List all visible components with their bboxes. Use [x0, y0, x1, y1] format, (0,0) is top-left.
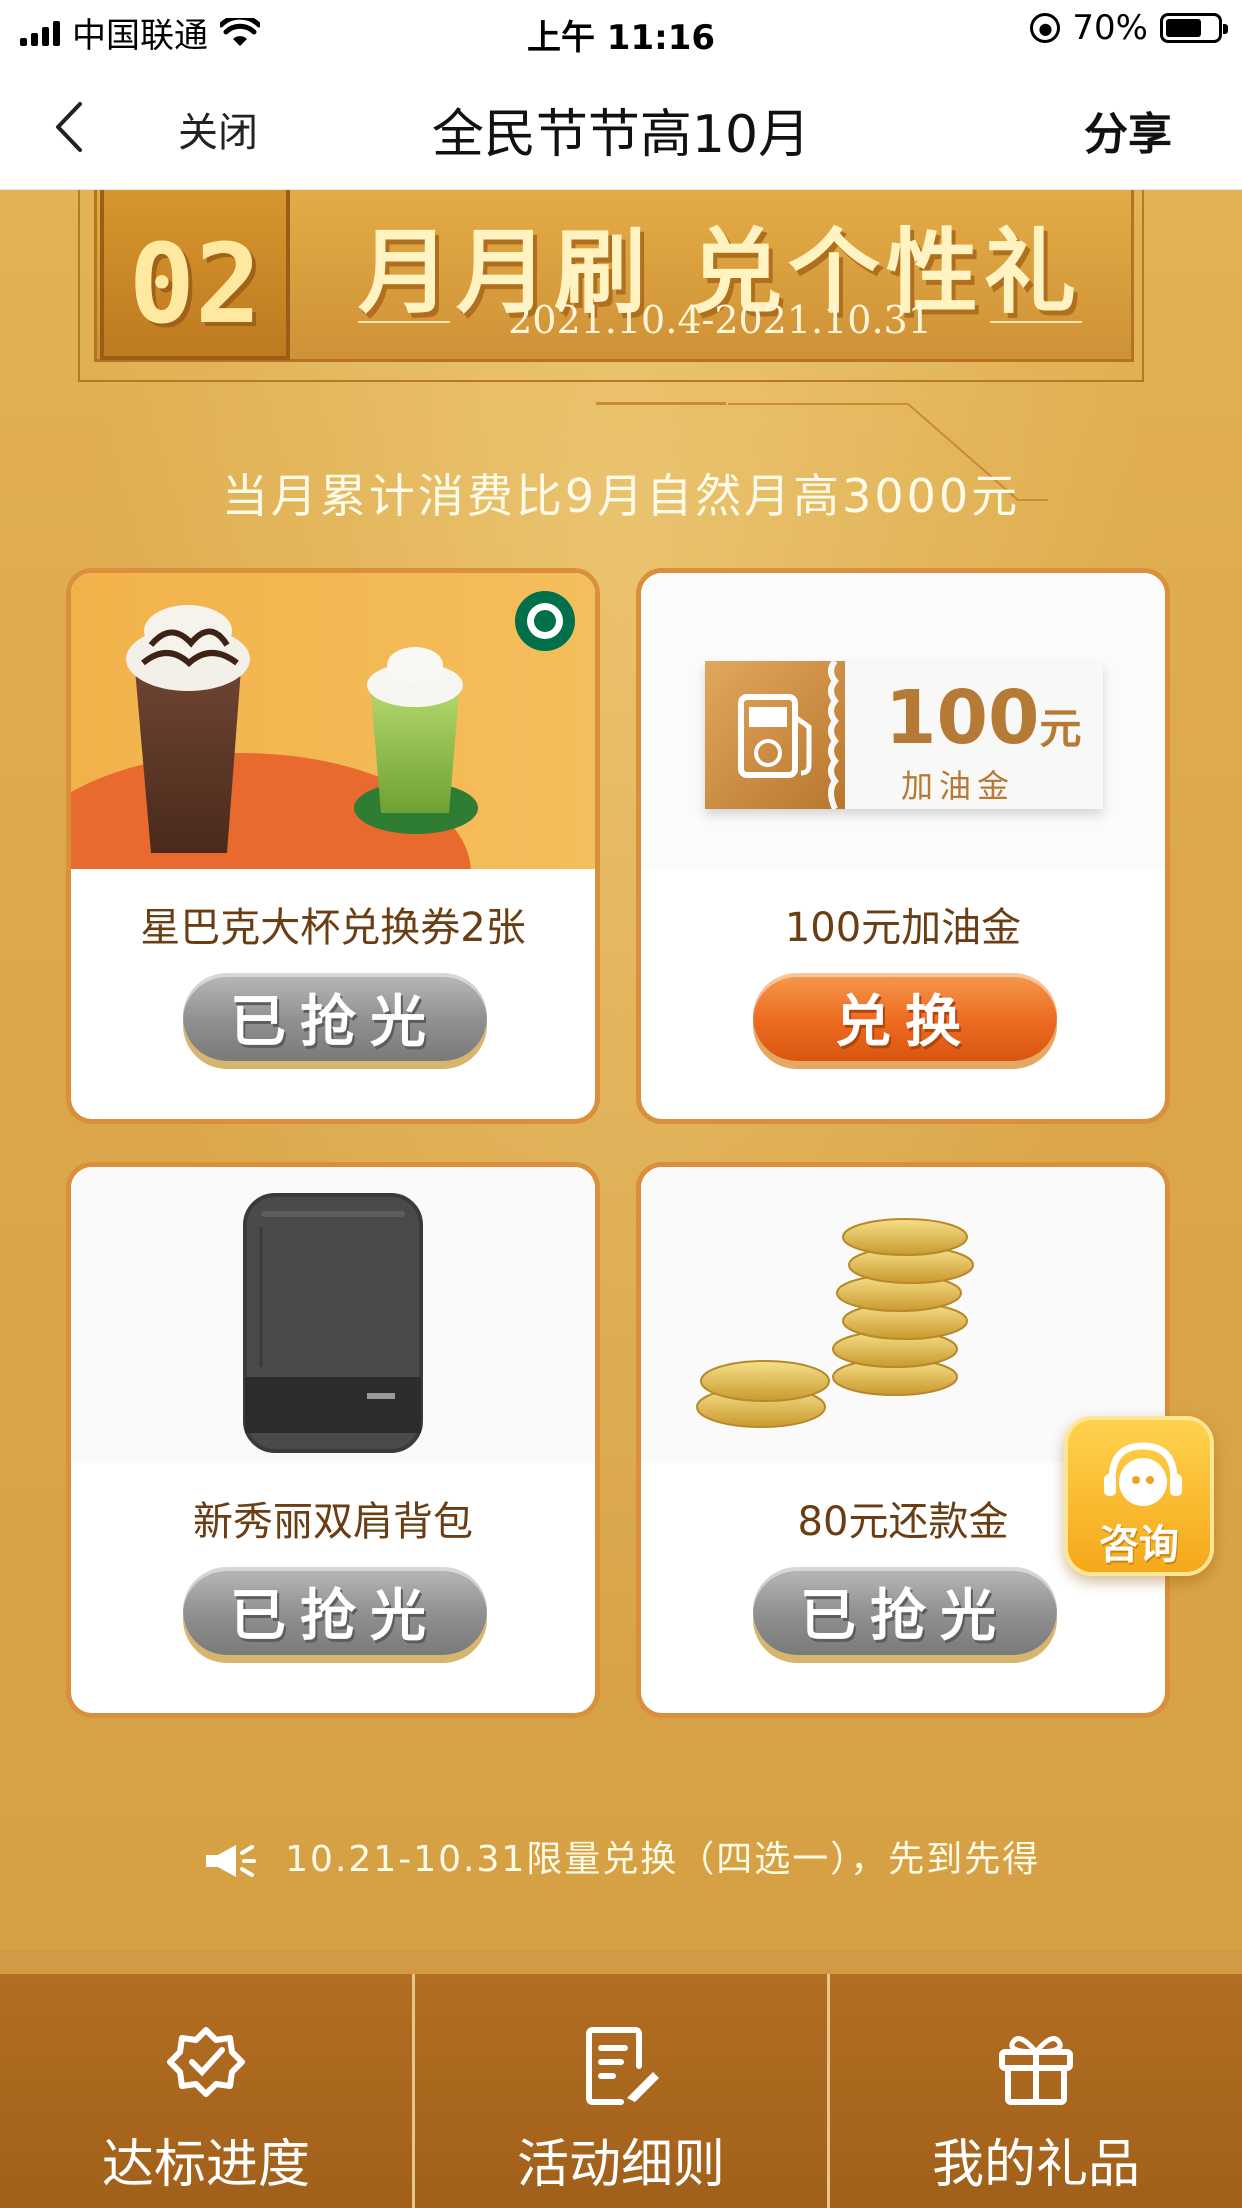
starbucks-image [71, 573, 595, 869]
reward-label: 星巴克大杯兑换券2张 [140, 905, 526, 951]
soldout-button[interactable]: 已抢光 [183, 973, 487, 1061]
coupon-stub [705, 659, 845, 811]
coupon-amount-value: 100 [885, 675, 1040, 761]
coupon-amount-unit: 元 [1039, 704, 1082, 753]
backpack-image [71, 1167, 595, 1463]
consult-label: 咨询 [1099, 1522, 1179, 1568]
section-number: 02 [128, 220, 262, 348]
section-date-range: 2021.10.4-2021.10.31 [508, 298, 932, 342]
reward-label: 100元加油金 [784, 905, 1022, 951]
coupon-amount: 100元 [885, 675, 1081, 761]
reward-card-starbucks: 星巴克大杯兑换券2张 已抢光 [66, 568, 600, 1124]
page-title: 全民节节高10月 [431, 105, 811, 165]
soldout-button[interactable]: 已抢光 [753, 1567, 1057, 1655]
tab-rules[interactable]: 活动细则 [415, 1974, 830, 2208]
condition-text: 当月累计消费比9月自然月高3000元 [221, 469, 1021, 523]
activity-content: 02 月月刷 兑个性礼 2021.10.4-2021.10.31 当月累计消费比… [0, 190, 1242, 1950]
reward-card-backpack: 新秀丽双肩背包 已抢光 [66, 1162, 600, 1718]
notice-text: 10.21-10.31限量兑换（四选一），先到先得 [285, 1839, 1041, 1880]
header-decoration [596, 402, 726, 405]
reward-label: 新秀丽双肩背包 [193, 1499, 473, 1545]
status-bar: 中国联通 上午 11:16 ● 70% [0, 0, 1242, 62]
date-divider-right [990, 321, 1082, 323]
tab-label: 达标进度 [101, 2135, 310, 2195]
tab-label: 我的礼品 [931, 2135, 1140, 2195]
rotation-lock-icon: ● [1030, 13, 1061, 43]
fuel-coupon: 100元 加油金 [705, 659, 1103, 811]
status-right: ● 70% [1030, 8, 1228, 48]
megaphone-icon [205, 1845, 256, 1877]
tab-label: 活动细则 [516, 2135, 725, 2195]
limited-notice: 10.21-10.31限量兑换（四选一），先到先得 [0, 1830, 1242, 1882]
fuel-pump-icon [738, 659, 839, 811]
coupon-subtitle: 加油金 [901, 767, 1016, 805]
battery-icon [1160, 13, 1228, 43]
soldout-button[interactable]: 已抢光 [183, 1567, 487, 1655]
fuel-coupon-image: 100元 加油金 [641, 573, 1165, 869]
consult-button[interactable]: 咨询 [1064, 1416, 1214, 1576]
bottom-tab-bar: 达标进度 活动细则 我的礼品 [0, 1950, 1242, 2208]
document-edit-icon [586, 2027, 659, 2105]
badge-check-icon [167, 2027, 245, 2097]
reward-card-fuel: 100元 加油金 100元加油金 兑换 [636, 568, 1170, 1124]
headset-icon [1104, 1442, 1182, 1506]
gift-icon [999, 2036, 1073, 2105]
tab-my-gifts[interactable]: 我的礼品 [830, 1974, 1242, 2208]
exchange-button[interactable]: 兑换 [753, 973, 1057, 1061]
nav-bar: 关闭 全民节节高10月 分享 [0, 62, 1242, 190]
tab-progress[interactable]: 达标进度 [0, 1974, 415, 2208]
share-button[interactable]: 分享 [1084, 98, 1172, 162]
battery-percent: 70% [1072, 8, 1148, 48]
